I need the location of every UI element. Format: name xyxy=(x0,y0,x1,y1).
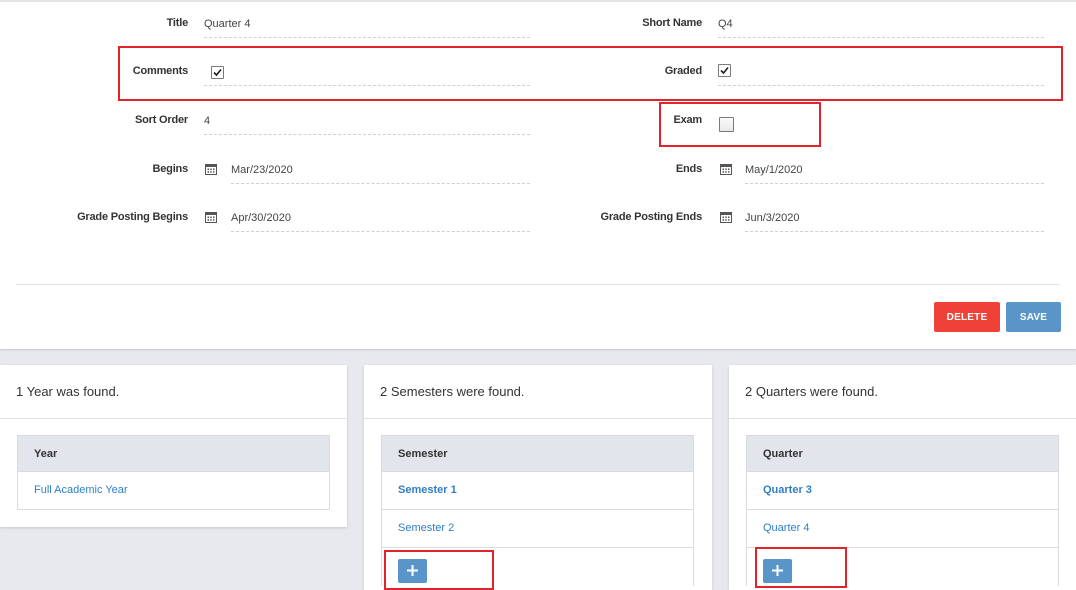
grade-posting-ends-input[interactable]: Jun/3/2020 xyxy=(745,211,1044,232)
short-name-value: Q4 xyxy=(718,18,733,30)
years-table: Year Full Academic Year xyxy=(17,435,330,510)
quarter-link[interactable]: Quarter 4 xyxy=(763,522,809,534)
add-row xyxy=(381,548,694,586)
semesters-summary: 2 Semesters were found. xyxy=(364,365,712,419)
sort-order-input[interactable]: 4 xyxy=(204,114,530,135)
add-row xyxy=(746,548,1059,586)
quarters-table: Quarter Quarter 3 Quarter 4 xyxy=(746,435,1059,586)
ends-label: Ends xyxy=(675,163,702,175)
quarters-summary: 2 Quarters were found. xyxy=(729,365,1076,419)
semesters-table-header: Semester xyxy=(381,435,694,472)
table-row[interactable]: Quarter 3 xyxy=(746,472,1059,510)
calendar-icon[interactable] xyxy=(205,163,217,175)
years-table-header: Year xyxy=(17,435,330,472)
plus-icon xyxy=(407,565,418,576)
quarter-column-header: Quarter xyxy=(763,448,803,460)
years-summary: 1 Year was found. xyxy=(0,365,347,419)
quarters-summary-text: 2 Quarters were found. xyxy=(745,384,878,399)
semester-link[interactable]: Semester 2 xyxy=(398,522,454,534)
begins-input[interactable]: Mar/23/2020 xyxy=(231,163,530,184)
year-column-header: Year xyxy=(34,448,58,460)
semester-column-header: Semester xyxy=(398,448,448,460)
quarter-edit-form: Title Quarter 4 Short Name Q4 Comments G… xyxy=(0,0,1076,349)
grade-posting-ends-label: Grade Posting Ends xyxy=(600,211,702,223)
title-label: Title xyxy=(166,17,189,29)
grade-posting-begins-label: Grade Posting Begins xyxy=(77,211,188,223)
year-link[interactable]: Full Academic Year xyxy=(34,484,128,496)
quarters-table-header: Quarter xyxy=(746,435,1059,472)
check-icon xyxy=(720,66,729,75)
grade-posting-begins-input[interactable]: Apr/30/2020 xyxy=(231,211,530,232)
add-quarter-button[interactable] xyxy=(763,559,792,583)
graded-label: Graded xyxy=(664,65,703,77)
table-row[interactable]: Semester 1 xyxy=(381,472,694,510)
table-row[interactable]: Quarter 4 xyxy=(746,510,1059,548)
graded-checkbox[interactable] xyxy=(718,64,731,77)
semesters-panel: 2 Semesters were found. Semester Semeste… xyxy=(364,365,712,590)
grade-posting-begins-value: Apr/30/2020 xyxy=(231,212,291,224)
calendar-icon[interactable] xyxy=(720,163,732,175)
sort-order-value: 4 xyxy=(204,115,211,127)
title-input[interactable]: Quarter 4 xyxy=(204,17,530,38)
years-summary-text: 1 Year was found. xyxy=(16,384,120,399)
ends-value: May/1/2020 xyxy=(745,164,803,176)
save-button[interactable]: SAVE xyxy=(1006,302,1061,332)
quarter-link[interactable]: Quarter 3 xyxy=(763,484,812,496)
years-panel: 1 Year was found. Year Full Academic Yea… xyxy=(0,365,347,527)
begins-label: Begins xyxy=(152,163,189,175)
delete-button[interactable]: DELETE xyxy=(934,302,1000,332)
check-icon xyxy=(213,68,222,77)
comments-checkbox[interactable] xyxy=(211,66,224,79)
form-divider xyxy=(16,284,1060,285)
semesters-table: Semester Semester 1 Semester 2 xyxy=(381,435,694,586)
semester-link[interactable]: Semester 1 xyxy=(398,484,457,496)
calendar-icon[interactable] xyxy=(720,211,732,223)
exam-checkbox[interactable] xyxy=(719,117,734,132)
title-value: Quarter 4 xyxy=(204,18,251,30)
short-name-label: Short Name xyxy=(642,17,702,29)
comments-field xyxy=(204,65,530,86)
table-row[interactable]: Semester 2 xyxy=(381,510,694,548)
sort-order-label: Sort Order xyxy=(134,114,188,126)
semesters-summary-text: 2 Semesters were found. xyxy=(380,384,525,399)
grade-posting-ends-value: Jun/3/2020 xyxy=(745,212,800,224)
calendar-icon[interactable] xyxy=(205,211,217,223)
ends-input[interactable]: May/1/2020 xyxy=(745,163,1044,184)
begins-value: Mar/23/2020 xyxy=(231,164,293,176)
short-name-input[interactable]: Q4 xyxy=(718,17,1044,38)
exam-label: Exam xyxy=(673,114,702,126)
comments-label: Comments xyxy=(132,65,188,77)
quarters-panel: 2 Quarters were found. Quarter Quarter 3… xyxy=(729,365,1076,590)
plus-icon xyxy=(772,565,783,576)
table-row[interactable]: Full Academic Year xyxy=(17,472,330,510)
graded-field xyxy=(718,65,1044,86)
add-semester-button[interactable] xyxy=(398,559,427,583)
